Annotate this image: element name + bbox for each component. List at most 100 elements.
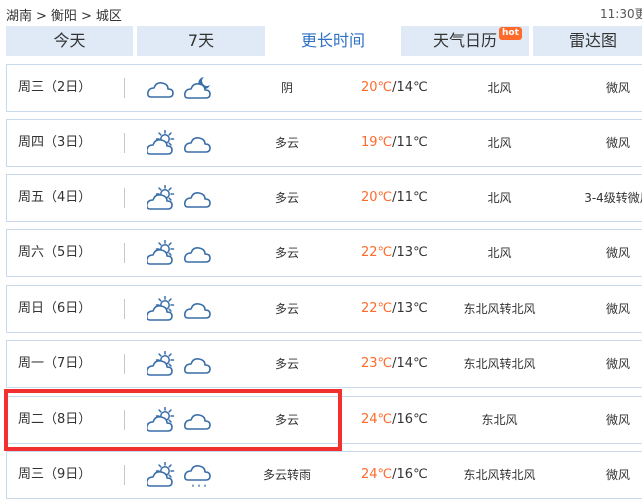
forecast-date: 周日（6日） [18, 301, 92, 316]
low-temp: /11℃ [392, 190, 428, 205]
row-divider [124, 188, 125, 208]
temperature: 24℃/16℃ [361, 397, 428, 443]
temperature: 20℃/11℃ [361, 175, 428, 221]
low-temp: /14℃ [392, 80, 428, 95]
high-temp: 23℃ [361, 356, 393, 371]
row-divider [124, 465, 125, 485]
wind-direction: 北风 [487, 136, 512, 150]
tab-bar: 今天 7天 更长时间 天气日历 hot 雷达图 [0, 26, 642, 56]
partly-cloudy-sun-icon [147, 240, 175, 266]
rain-cloud-icon [184, 462, 212, 488]
row-divider [124, 299, 125, 319]
partly-cloudy-sun-icon [147, 296, 175, 322]
cloudy-icon [184, 296, 212, 322]
partly-cloudy-sun-icon [147, 185, 175, 211]
low-temp: /16℃ [392, 412, 428, 427]
high-temp: 19℃ [361, 135, 393, 150]
low-temp: /14℃ [392, 356, 428, 371]
wind-direction: 北风 [487, 81, 512, 95]
wind-level: 3-4级转微风 [584, 191, 642, 205]
temperature: 19℃/11℃ [361, 120, 428, 166]
forecast-row: 周四（3日） 多云 19℃/11℃ 北风 微风 [6, 119, 642, 167]
weather-condition: 多云 [274, 191, 299, 205]
low-temp: /16℃ [392, 467, 428, 482]
weather-condition: 多云 [274, 246, 299, 260]
wind-level: 微风 [605, 302, 630, 316]
low-temp: /11℃ [392, 135, 428, 150]
cloudy-icon [184, 240, 212, 266]
weather-condition: 多云 [274, 357, 299, 371]
wind-level: 微风 [605, 81, 630, 95]
temperature: 23℃/14℃ [361, 341, 428, 387]
forecast-row: 周五（4日） 多云 20℃/11℃ 北风 3-4级转微风 [6, 174, 642, 222]
row-divider [124, 133, 125, 153]
cloudy-icon [147, 75, 175, 101]
breadcrumb-separator: > [80, 9, 92, 24]
breadcrumb-district: 城区 [95, 9, 122, 24]
wind-direction: 北风 [487, 191, 512, 205]
high-temp: 24℃ [361, 467, 393, 482]
weather-condition: 多云 [274, 302, 299, 316]
wind-direction: 东北风转北风 [463, 357, 536, 371]
high-temp: 22℃ [361, 245, 393, 260]
forecast-date: 周二（8日） [18, 412, 92, 427]
tab-longer-term[interactable]: 更长时间 [269, 26, 397, 56]
wind-direction: 东北风 [481, 413, 518, 427]
tab-7days[interactable]: 7天 [137, 26, 265, 56]
wind-direction: 北风 [487, 246, 512, 260]
wind-level: 微风 [605, 136, 630, 150]
partly-cloudy-sun-icon [147, 462, 175, 488]
wind-level: 微风 [605, 246, 630, 260]
cloudy-icon [184, 351, 212, 377]
weather-condition: 多云 [274, 413, 299, 427]
wind-direction: 东北风转北风 [463, 302, 536, 316]
hot-badge: hot [499, 27, 522, 40]
breadcrumb-province[interactable]: 湖南 [6, 9, 32, 24]
high-temp: 24℃ [361, 412, 393, 427]
row-divider [124, 243, 125, 263]
cloudy-icon [184, 185, 212, 211]
forecast-date: 周一（7日） [18, 356, 92, 371]
row-divider [124, 410, 125, 430]
breadcrumb-city[interactable]: 衡阳 [51, 9, 77, 24]
forecast-row: 周二（8日） 多云 24℃/16℃ 东北风 微风 [6, 396, 642, 444]
cloudy-moon-icon [184, 75, 212, 101]
weather-condition: 多云 [274, 136, 299, 150]
forecast-date: 周三（2日） [18, 80, 92, 95]
cloudy-icon [184, 130, 212, 156]
row-divider [124, 354, 125, 374]
high-temp: 22℃ [361, 301, 393, 316]
cloudy-icon [184, 407, 212, 433]
high-temp: 20℃ [361, 190, 393, 205]
forecast-date: 周四（3日） [18, 135, 92, 150]
forecast-row: 周日（6日） 多云 22℃/13℃ 东北风转北风 微风 [6, 285, 642, 333]
low-temp: /13℃ [392, 245, 428, 260]
update-time: 11:30更 [600, 7, 642, 21]
wind-level: 微风 [605, 357, 630, 371]
weather-condition: 阴 [280, 81, 293, 95]
breadcrumb-separator: > [36, 9, 47, 24]
top-bar: 湖南 > 衡阳 > 城区 11:30更 [0, 0, 642, 26]
tab-radar[interactable]: 雷达图 [533, 26, 642, 56]
wind-level: 微风 [605, 413, 630, 427]
forecast-date: 周六（5日） [18, 245, 92, 260]
low-temp: /13℃ [392, 301, 428, 316]
wind-level: 微风 [605, 468, 630, 482]
forecast-row: 周一（7日） 多云 23℃/14℃ 东北风转北风 微风 [6, 340, 642, 388]
forecast-row: 周六（5日） 多云 22℃/13℃ 北风 微风 [6, 229, 642, 277]
forecast-row: 周三（2日） 阴 20℃/14℃ 北风 微风 [6, 64, 642, 112]
temperature: 24℃/16℃ [361, 452, 428, 498]
wind-direction: 东北风转北风 [463, 468, 536, 482]
tab-weather-calendar-label: 天气日历 [432, 31, 497, 50]
forecast-date: 周三（9日） [18, 467, 92, 482]
tab-today[interactable]: 今天 [6, 26, 133, 56]
forecast-date: 周五（4日） [18, 190, 92, 205]
high-temp: 20℃ [361, 80, 393, 95]
row-divider [124, 78, 125, 98]
temperature: 22℃/13℃ [361, 286, 428, 332]
forecast-row: 周三（9日） 多云转雨 24℃/16℃ 东北风转北风 微风 [6, 451, 642, 499]
temperature: 22℃/13℃ [361, 230, 428, 276]
temperature: 20℃/14℃ [361, 65, 428, 111]
partly-cloudy-sun-icon [147, 407, 175, 433]
weather-condition: 多云转雨 [262, 468, 311, 482]
